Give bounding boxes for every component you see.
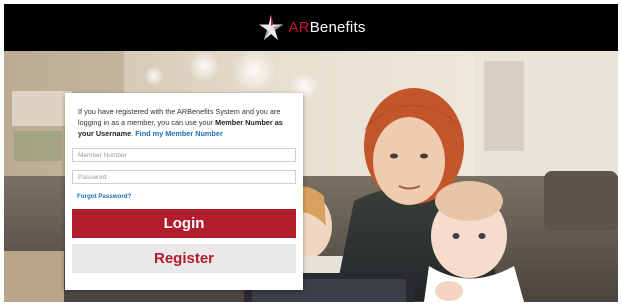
- brand-name: ARBenefits: [288, 19, 365, 36]
- brand-prefix: AR: [288, 19, 310, 36]
- star-icon: [259, 14, 284, 40]
- password-input[interactable]: [72, 170, 296, 184]
- login-button[interactable]: Login: [72, 209, 296, 238]
- register-button[interactable]: Register: [72, 244, 296, 273]
- page-frame: ARBenefits If you have registered with t…: [4, 4, 618, 302]
- find-member-number-link[interactable]: Find my Member Number: [135, 129, 223, 138]
- login-instructions: If you have registered with the ARBenefi…: [72, 106, 296, 139]
- arbenefits-logo[interactable]: ARBenefits: [256, 13, 365, 43]
- site-header: ARBenefits: [4, 4, 618, 51]
- forgot-password-link[interactable]: Forgot Password?: [77, 193, 296, 200]
- brand-suffix: Benefits: [309, 19, 366, 36]
- member-number-input[interactable]: [72, 148, 296, 162]
- login-card: If you have registered with the ARBenefi…: [65, 93, 303, 290]
